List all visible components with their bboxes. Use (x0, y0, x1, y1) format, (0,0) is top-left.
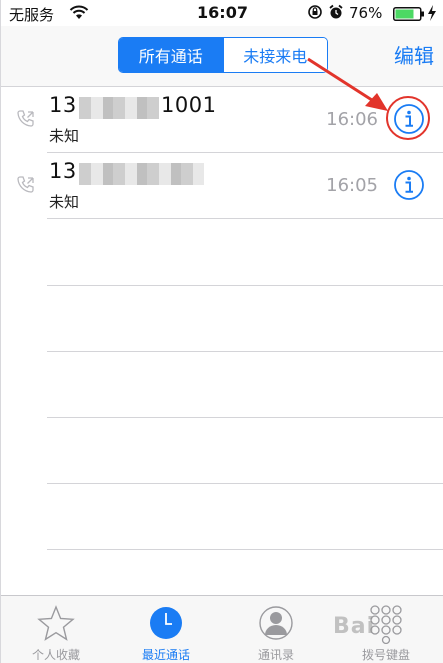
tab-favorites[interactable]: 个人收藏 (1, 596, 111, 663)
tab-label: 拨号键盘 (361, 648, 410, 662)
tab-recents[interactable]: 最近通话 (111, 596, 221, 663)
contacts-icon (256, 604, 296, 648)
tab-label: 个人收藏 (31, 648, 80, 662)
tab-label: 最近通话 (141, 648, 190, 662)
tab-label: 通讯录 (257, 648, 294, 662)
star-icon (36, 604, 76, 648)
watermark: Bai (333, 614, 376, 639)
annotation-arrow (307, 57, 388, 111)
tab-contacts[interactable]: 通讯录 (221, 596, 331, 663)
tab-bar: 个人收藏 最近通话 通讯录 拨号键盘 (1, 595, 443, 663)
clock-icon (146, 604, 186, 648)
screen: 无服务 16:07 76% 所有通话 未接来电 编辑 13 1001 未知 16… (0, 0, 443, 663)
